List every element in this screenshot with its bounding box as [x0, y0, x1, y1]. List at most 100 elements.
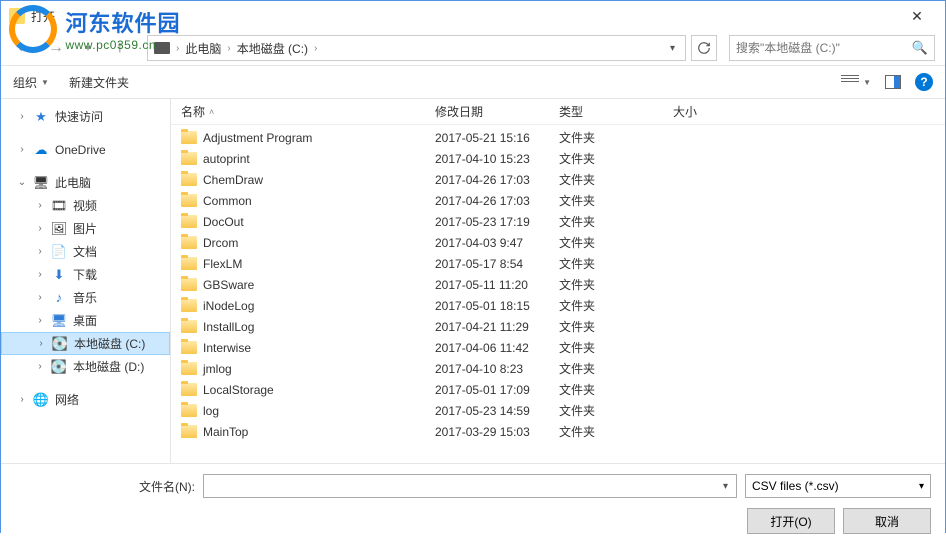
file-row[interactable]: iNodeLog2017-05-01 18:15文件夹	[181, 295, 945, 316]
file-date: 2017-04-06 11:42	[435, 341, 559, 355]
sidebar-music[interactable]: ›♪音乐	[1, 286, 170, 309]
recent-dropdown[interactable]: ▾	[75, 35, 101, 61]
refresh-button[interactable]	[691, 35, 717, 61]
star-icon: ★	[33, 109, 49, 125]
folder-icon	[181, 320, 197, 333]
file-type: 文件夹	[559, 213, 673, 230]
search-box[interactable]: 🔍	[729, 35, 935, 61]
file-row[interactable]: Common2017-04-26 17:03文件夹	[181, 190, 945, 211]
filename-dropdown-icon[interactable]: ▾	[719, 481, 732, 492]
up-button[interactable]: ↑	[107, 35, 133, 61]
toolbar: 组织▼ 新建文件夹 ▼ ?	[1, 65, 945, 99]
file-row[interactable]: MainTop2017-03-29 15:03文件夹	[181, 421, 945, 442]
sidebar-documents[interactable]: ›📄文档	[1, 240, 170, 263]
file-name: autoprint	[203, 152, 250, 166]
file-type: 文件夹	[559, 129, 673, 146]
file-row[interactable]: Interwise 2017-04-06 11:42文件夹	[181, 337, 945, 358]
file-date: 2017-04-10 15:23	[435, 152, 559, 166]
col-date[interactable]: 修改日期	[435, 103, 559, 120]
folder-icon	[181, 341, 197, 354]
breadcrumb-sep: ›	[227, 43, 230, 54]
view-button[interactable]: ▼	[841, 75, 871, 89]
cancel-button[interactable]: 取消	[843, 508, 931, 534]
back-button[interactable]: ←	[11, 35, 37, 61]
sidebar-onedrive[interactable]: ›☁OneDrive	[1, 138, 170, 161]
col-type[interactable]: 类型	[559, 103, 673, 120]
sidebar-videos[interactable]: ›🎞视频	[1, 194, 170, 217]
cloud-icon: ☁	[33, 142, 49, 158]
folder-icon	[181, 278, 197, 291]
file-name: Common	[203, 194, 252, 208]
sidebar-drive-c[interactable]: ›💽本地磁盘 (C:)	[1, 332, 170, 355]
file-date: 2017-05-21 15:16	[435, 131, 559, 145]
forward-button[interactable]: →	[43, 35, 69, 61]
file-type: 文件夹	[559, 381, 673, 398]
document-icon: 📄	[51, 244, 67, 260]
organize-button[interactable]: 组织▼	[13, 74, 49, 91]
sidebar-downloads[interactable]: ›⬇下载	[1, 263, 170, 286]
file-date: 2017-05-17 8:54	[435, 257, 559, 271]
close-button[interactable]: ✕	[897, 8, 937, 25]
file-row[interactable]: GBSware2017-05-11 11:20文件夹	[181, 274, 945, 295]
file-date: 2017-05-01 17:09	[435, 383, 559, 397]
file-date: 2017-03-29 15:03	[435, 425, 559, 439]
sidebar-drive-d[interactable]: ›💽本地磁盘 (D:)	[1, 355, 170, 378]
file-row[interactable]: jmlog2017-04-10 8:23文件夹	[181, 358, 945, 379]
file-type: 文件夹	[559, 339, 673, 356]
file-row[interactable]: autoprint 2017-04-10 15:23文件夹	[181, 148, 945, 169]
file-name: GBSware	[203, 278, 254, 292]
file-name: Interwise	[203, 341, 251, 355]
address-bar[interactable]: › 此电脑 › 本地磁盘 (C:) › ▾	[147, 35, 686, 61]
video-icon: 🎞	[51, 198, 67, 214]
breadcrumb-root[interactable]: 此电脑	[185, 40, 221, 57]
sidebar-network[interactable]: ›🌐网络	[1, 388, 170, 411]
open-button[interactable]: 打开(O)	[747, 508, 835, 534]
file-name: iNodeLog	[203, 299, 254, 313]
search-icon[interactable]: 🔍	[912, 40, 928, 56]
sidebar-pictures[interactable]: ›🖼图片	[1, 217, 170, 240]
download-icon: ⬇	[51, 267, 67, 283]
file-row[interactable]: Drcom2017-04-03 9:47文件夹	[181, 232, 945, 253]
file-row[interactable]: DocOut2017-05-23 17:19文件夹	[181, 211, 945, 232]
file-row[interactable]: log2017-05-23 14:59文件夹	[181, 400, 945, 421]
file-name: MainTop	[203, 425, 248, 439]
file-type-filter[interactable]: CSV files (*.csv) ▾	[745, 474, 931, 498]
folder-icon	[181, 173, 197, 186]
sidebar-this-pc[interactable]: ⌄🖥此电脑	[1, 171, 170, 194]
preview-pane-button[interactable]	[885, 75, 901, 89]
drive-icon: 💽	[51, 359, 67, 375]
filename-input[interactable]	[208, 479, 719, 493]
file-date: 2017-05-23 17:19	[435, 215, 559, 229]
col-size[interactable]: 大小	[673, 103, 753, 120]
sort-indicator-icon: ˄	[209, 107, 214, 117]
sidebar-quick-access[interactable]: ›★快速访问	[1, 105, 170, 128]
sidebar-desktop[interactable]: ›🖥桌面	[1, 309, 170, 332]
file-date: 2017-05-23 14:59	[435, 404, 559, 418]
window-title: 打开	[31, 8, 897, 25]
breadcrumb-drive[interactable]: 本地磁盘 (C:)	[237, 40, 308, 57]
address-dropdown[interactable]: ▾	[666, 43, 679, 54]
file-type: 文件夹	[559, 255, 673, 272]
file-row[interactable]: LocalStorage 2017-05-01 17:09文件夹	[181, 379, 945, 400]
file-type: 文件夹	[559, 276, 673, 293]
filename-combo[interactable]: ▾	[203, 474, 737, 498]
new-folder-button[interactable]: 新建文件夹	[69, 74, 129, 91]
folder-icon	[181, 131, 197, 144]
help-button[interactable]: ?	[915, 73, 933, 91]
folder-icon	[181, 404, 197, 417]
file-list[interactable]: Adjustment Program2017-05-21 15:16文件夹aut…	[171, 125, 945, 463]
col-name[interactable]: 名称˄	[181, 103, 435, 120]
file-name: LocalStorage	[203, 383, 274, 397]
file-row[interactable]: InstallLog2017-04-21 11:29文件夹	[181, 316, 945, 337]
pc-icon	[154, 42, 170, 54]
file-row[interactable]: Adjustment Program2017-05-21 15:16文件夹	[181, 127, 945, 148]
search-input[interactable]	[736, 41, 912, 55]
file-name: InstallLog	[203, 320, 254, 334]
file-row[interactable]: ChemDraw2017-04-26 17:03文件夹	[181, 169, 945, 190]
file-row[interactable]: FlexLM2017-05-17 8:54文件夹	[181, 253, 945, 274]
file-type: 文件夹	[559, 150, 673, 167]
desktop-icon: 🖥	[51, 313, 67, 329]
folder-icon	[181, 215, 197, 228]
file-type: 文件夹	[559, 192, 673, 209]
column-headers: 名称˄ 修改日期 类型 大小	[171, 99, 945, 125]
